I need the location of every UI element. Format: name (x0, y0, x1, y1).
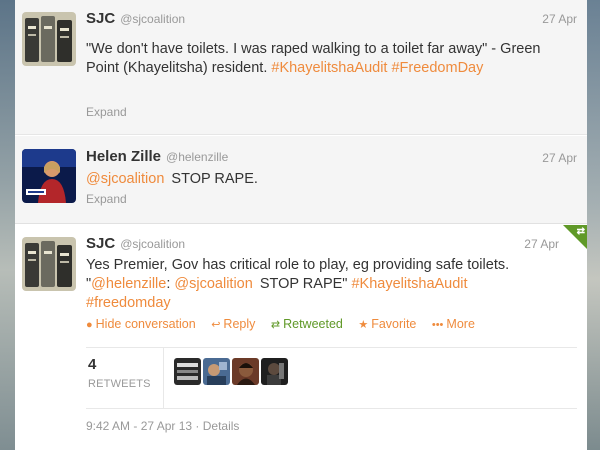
retweet-stats: 4 RETWEETS (86, 347, 577, 409)
reply-button[interactable]: ↩ Reply (211, 317, 255, 331)
tweet-text: "We don't have toilets. I was raped walk… (86, 40, 577, 78)
mention-link[interactable]: @helenzille (91, 276, 166, 292)
hashtag-link[interactable]: #freedomday (86, 294, 577, 313)
avatar[interactable] (22, 12, 76, 66)
author-handle[interactable]: @helenzille (166, 150, 228, 164)
hashtag-link[interactable]: #KhayelitshaAudit (351, 276, 467, 292)
stats-divider (163, 348, 164, 408)
tweet-date[interactable]: 27 Apr (542, 151, 577, 165)
reply-arrow-icon: ↩ (211, 319, 221, 331)
retweet-label[interactable]: RETWEETS (88, 378, 151, 390)
author-display-name[interactable]: Helen Zille (86, 148, 161, 165)
more-button[interactable]: ••• More (432, 317, 475, 331)
tweet[interactable]: SJC @sjcoalition 27 Apr "We don't have to… (15, 0, 587, 135)
avatar[interactable] (22, 237, 76, 291)
hide-conversation-label: Hide conversation (95, 317, 196, 331)
expand-link[interactable]: Expand (86, 192, 127, 206)
tweet-date[interactable]: 27 Apr (542, 12, 577, 26)
tweet-actions: ● Hide conversation ↩ Reply ⇄ Retweeted ★ Fa… (86, 317, 487, 331)
tweet-text: Yes Premier, Gov has critical role to pl… (86, 256, 577, 313)
favorite-button[interactable]: ★ Favorite (358, 317, 416, 331)
retweeter-avatars (174, 358, 290, 385)
favorite-label: Favorite (371, 317, 417, 331)
expand-link[interactable]: Expand (86, 105, 127, 119)
author-handle[interactable]: @sjcoalition (120, 12, 185, 26)
retweet-icon: ⇄ (576, 226, 585, 237)
hide-conversation-button[interactable]: ● Hide conversation (86, 317, 196, 331)
author-name[interactable]: Helen Zille @helenzille (86, 148, 228, 165)
retweet-count[interactable]: 4 (88, 356, 96, 373)
retweeted-button[interactable]: ⇄ Retweeted (271, 317, 343, 331)
author-name[interactable]: SJC @sjcoalition (86, 235, 185, 252)
hashtag-link[interactable]: #FreedomDay (391, 60, 483, 76)
reply-label: Reply (223, 317, 256, 331)
author-display-name[interactable]: SJC (86, 10, 115, 27)
tweet[interactable]: Helen Zille @helenzille 27 Apr @sjcoaliti… (15, 136, 587, 224)
tweet-body: STOP RAPE. (171, 171, 258, 187)
quote-text: STOP RAPE" (259, 276, 348, 292)
tweet-text: @sjcoalition STOP RAPE. (86, 170, 577, 189)
background-right (587, 0, 600, 450)
mention-link[interactable]: @sjcoalition (174, 276, 252, 292)
retweeted-label: Retweeted (283, 317, 343, 331)
speech-bubble-icon: ● (86, 319, 93, 331)
avatar[interactable] (22, 149, 76, 203)
tweet-stream: SJC @sjcoalition 27 Apr "We don't have to… (15, 0, 587, 450)
ellipsis-icon: ••• (431, 319, 444, 331)
tweet-timestamp[interactable]: 9:42 AM - 27 Apr 13 · Details (86, 419, 239, 433)
retweeter-avatar[interactable] (203, 358, 230, 385)
retweeter-avatar[interactable] (174, 358, 201, 385)
retweeter-avatar[interactable] (232, 358, 259, 385)
mention-link[interactable]: @sjcoalition (86, 171, 164, 187)
background-left (0, 0, 15, 450)
author-display-name[interactable]: SJC (86, 235, 115, 252)
hashtag-link[interactable]: #KhayelitshaAudit (271, 60, 387, 76)
more-label: More (446, 317, 475, 331)
colon: : (166, 276, 171, 292)
author-name[interactable]: SJC @sjcoalition (86, 10, 185, 27)
retweeter-avatar[interactable] (261, 358, 288, 385)
tweet-expanded[interactable]: ⇄ SJC @sjcoalition 27 Apr Yes Premier, Go… (15, 225, 587, 450)
tweet-date[interactable]: 27 Apr (524, 237, 559, 251)
author-handle[interactable]: @sjcoalition (120, 237, 185, 251)
tweet-body-line: Yes Premier, Gov has critical role to pl… (86, 257, 510, 273)
tweet-quote-line: "@helenzille: @sjcoalition STOP RAPE" #K… (86, 275, 577, 294)
star-icon: ★ (358, 319, 369, 331)
retweet-icon: ⇄ (270, 319, 281, 331)
